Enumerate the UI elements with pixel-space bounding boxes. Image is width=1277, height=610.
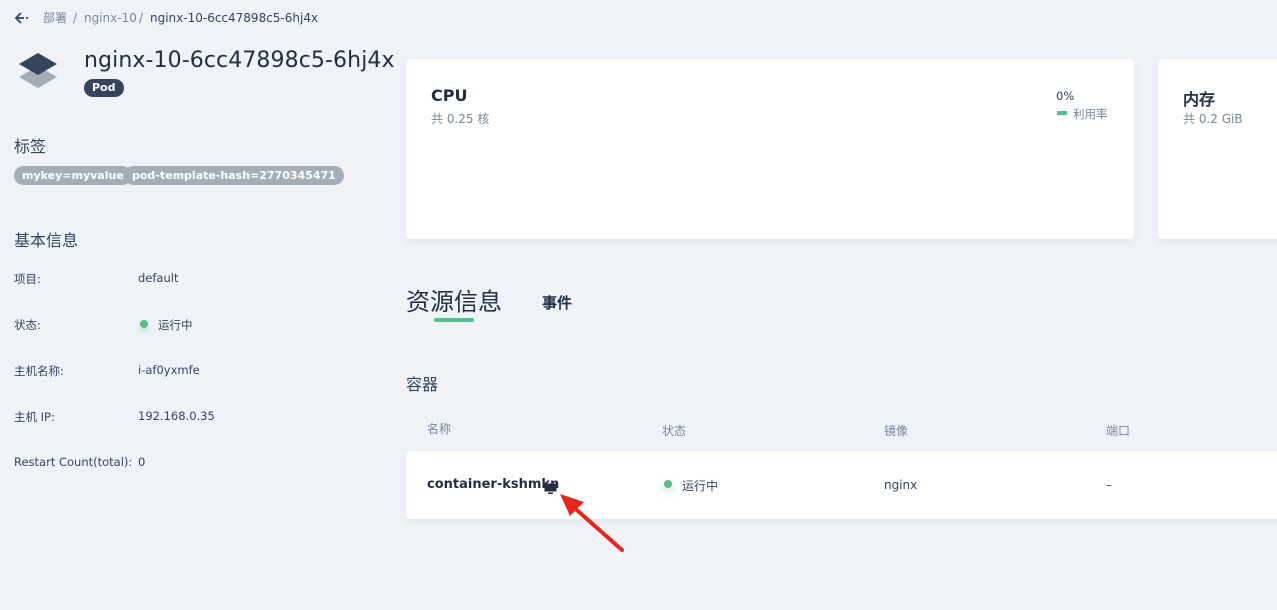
label-tag: pod-template-hash=2770345471: [124, 166, 344, 185]
info-value-restart-count: 0: [138, 455, 146, 469]
breadcrumb-item-deployments[interactable]: 部署: [43, 10, 67, 26]
info-value-project: default: [138, 271, 179, 285]
column-header-name: 名称: [427, 422, 452, 436]
info-key-host-ip: 主机 IP:: [14, 410, 55, 424]
info-value-hostname: i-af0yxmfe: [138, 363, 200, 377]
tab-resource-info[interactable]: 资源信息: [406, 282, 502, 317]
info-value-host-ip: 192.168.0.35: [138, 409, 215, 423]
back-arrow-icon[interactable]: [14, 10, 32, 26]
breadcrumb-item-deployment[interactable]: nginx-10: [84, 10, 137, 26]
status-running-dot: [664, 480, 672, 488]
container-name-link[interactable]: container-kshmkn: [427, 477, 559, 492]
container-image: nginx: [884, 478, 918, 492]
container-status: 运行中: [682, 479, 719, 493]
pod-layers-icon: [17, 52, 59, 90]
kind-badge: Pod: [84, 79, 124, 97]
memory-subtitle: 共 0.2 GiB: [1183, 112, 1243, 126]
column-header-image: 镜像: [884, 424, 909, 438]
info-key-status: 状态:: [14, 318, 41, 332]
cpu-usage-value: 0%: [1056, 89, 1075, 103]
info-key-hostname: 主机名称:: [14, 364, 64, 378]
column-header-ports: 端口: [1106, 424, 1131, 438]
containers-title: 容器: [406, 375, 439, 394]
status-running-dot: [140, 320, 148, 328]
container-ports: –: [1106, 478, 1112, 492]
info-key-project: 项目:: [14, 272, 41, 286]
cpu-legend-label: 利用率: [1073, 107, 1108, 121]
labels-title: 标签: [14, 137, 47, 156]
cpu-title: CPU: [431, 86, 468, 105]
tab-events[interactable]: 事件: [542, 292, 572, 313]
basic-info-title: 基本信息: [14, 231, 79, 250]
tab-active-indicator: [434, 318, 474, 322]
column-header-status: 状态: [662, 424, 687, 438]
memory-card: [1158, 59, 1277, 239]
info-key-restart-count: Restart Count(total):: [14, 455, 133, 469]
page-title: nginx-10-6cc47898c5-6hj4x: [84, 48, 395, 73]
breadcrumb-separator: /: [73, 11, 78, 25]
cpu-legend-swatch: [1057, 111, 1067, 115]
info-value-status: 运行中: [158, 318, 193, 332]
label-tag: mykey=myvalue: [14, 166, 132, 185]
breadcrumb-separator: /: [139, 11, 144, 25]
cpu-subtitle: 共 0.25 核: [431, 112, 490, 126]
annotation-arrow-icon: [556, 488, 628, 554]
cpu-card: [406, 59, 1134, 239]
memory-title: 内存: [1183, 90, 1216, 109]
breadcrumb-item-current: nginx-10-6cc47898c5-6hj4x: [150, 11, 319, 25]
